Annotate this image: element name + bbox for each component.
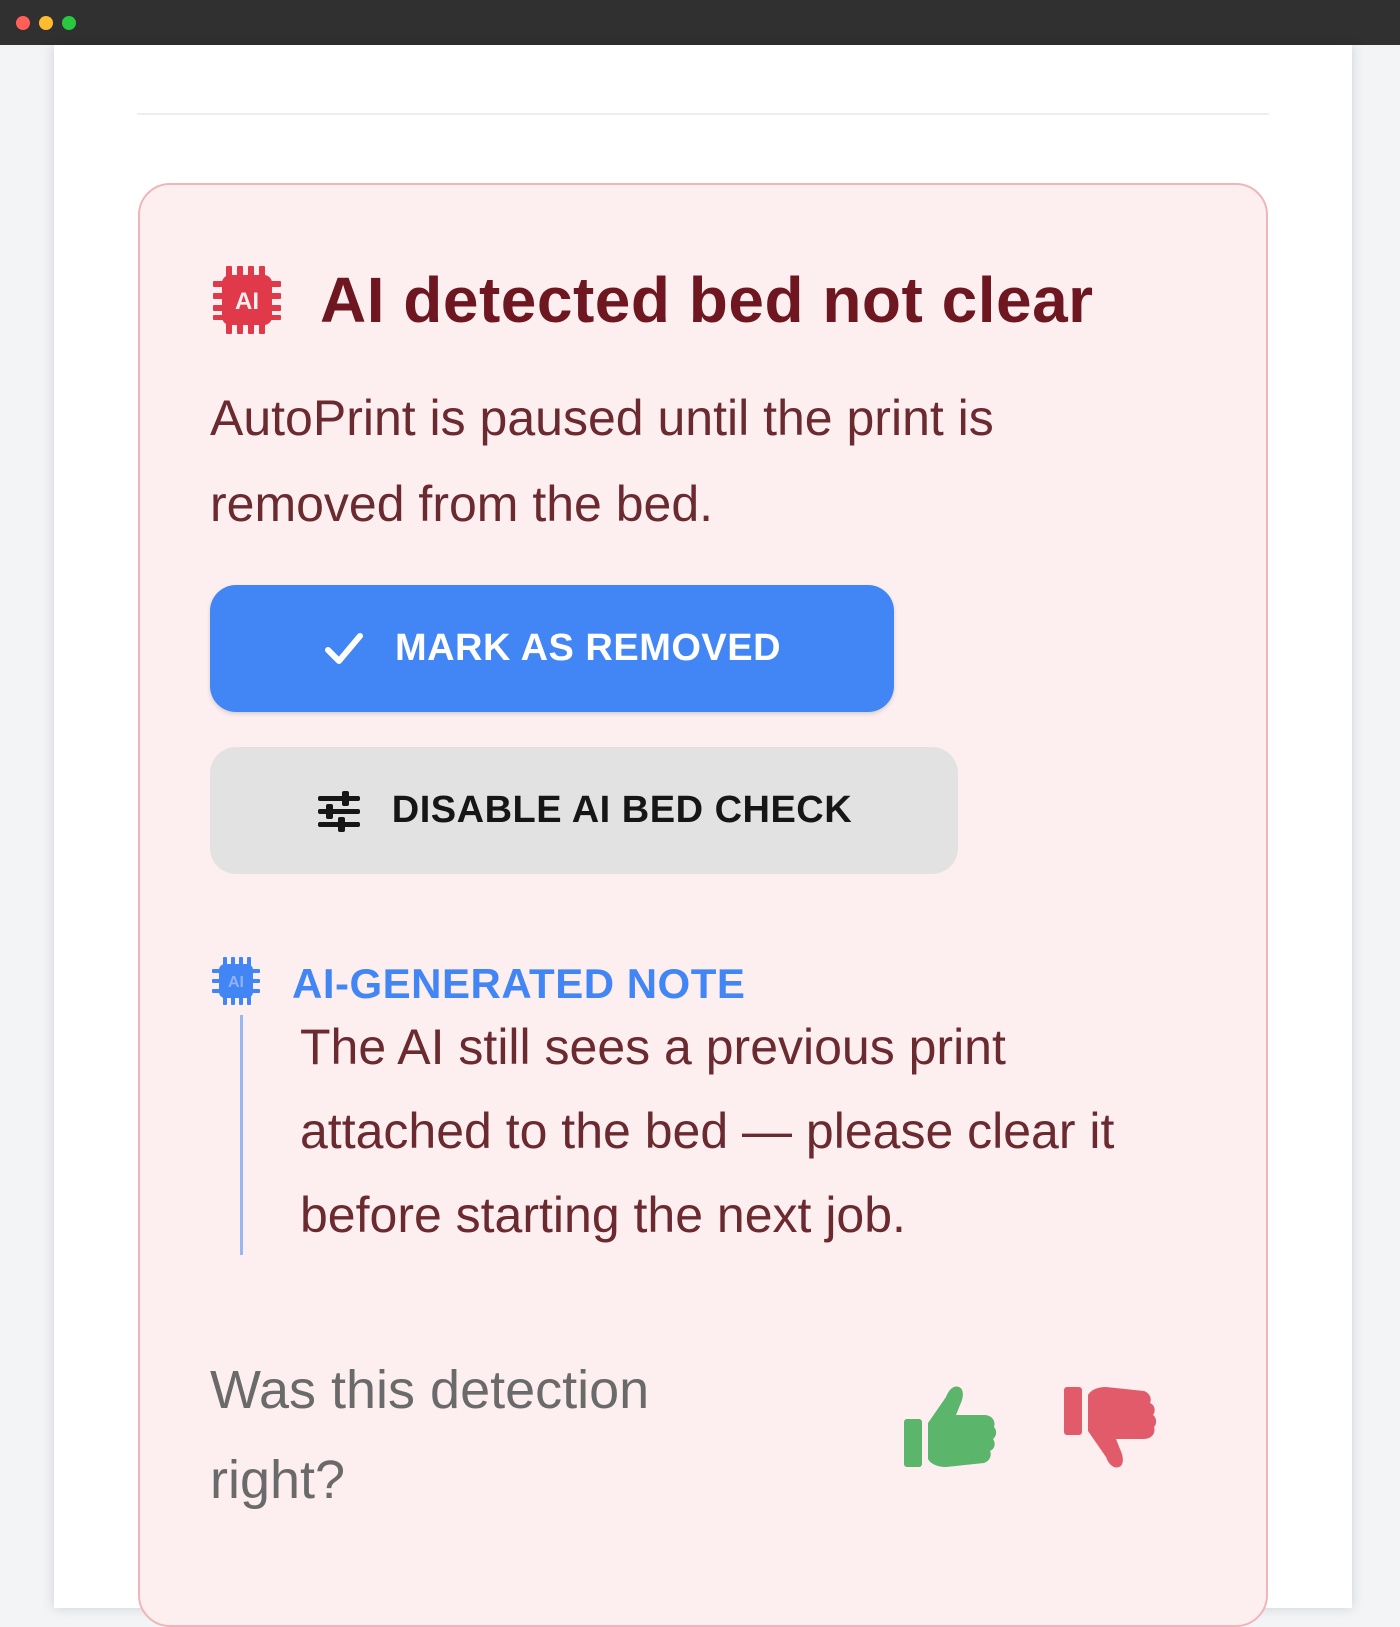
bed-not-clear-alert: AI AI detected bed not clear AutoPrint i… bbox=[138, 183, 1268, 1627]
thumbs-down-icon bbox=[1062, 1385, 1158, 1474]
alert-description: AutoPrint is paused until the print is r… bbox=[210, 390, 994, 532]
feedback-question: Was this detection right? bbox=[210, 1360, 650, 1510]
mark-as-removed-button[interactable]: MARK AS REMOVED bbox=[210, 585, 894, 712]
svg-text:AI: AI bbox=[228, 974, 244, 991]
thumbs-up-button[interactable] bbox=[900, 1379, 1000, 1479]
note-text: The AI still sees a previous print attac… bbox=[300, 1019, 1115, 1243]
thumbs-up-icon bbox=[902, 1385, 998, 1474]
check-icon bbox=[323, 628, 365, 670]
alert-header: AI AI detected bed not clear bbox=[210, 263, 1094, 337]
ai-chip-icon: AI bbox=[210, 955, 262, 1012]
section-divider bbox=[137, 113, 1269, 115]
ai-chip-icon: AI bbox=[210, 263, 284, 337]
note-header: AI AI-GENERATED NOTE bbox=[210, 955, 1210, 1012]
window-close-button[interactable] bbox=[16, 16, 30, 30]
window-titlebar bbox=[0, 0, 1400, 45]
window-minimize-button[interactable] bbox=[39, 16, 53, 30]
content-panel: AI AI detected bed not clear AutoPrint i… bbox=[54, 45, 1352, 1627]
svg-text:AI: AI bbox=[235, 288, 259, 315]
disable-ai-bed-check-label: DISABLE AI BED CHECK bbox=[391, 789, 853, 831]
disable-ai-bed-check-button[interactable]: DISABLE AI BED CHECK bbox=[210, 747, 958, 874]
window-maximize-button[interactable] bbox=[62, 16, 76, 30]
note-label: AI-GENERATED NOTE bbox=[292, 959, 746, 1007]
note-quote-bar bbox=[240, 1015, 243, 1255]
alert-title: AI detected bed not clear bbox=[320, 264, 1094, 336]
detection-feedback: Was this detection right? bbox=[210, 1345, 1190, 1545]
mark-as-removed-label: MARK AS REMOVED bbox=[394, 627, 782, 669]
sliders-icon bbox=[316, 790, 362, 832]
ai-generated-note: AI AI-GENERATED NOTE The AI still sees a… bbox=[210, 955, 1210, 1255]
thumbs-down-button[interactable] bbox=[1060, 1379, 1160, 1479]
